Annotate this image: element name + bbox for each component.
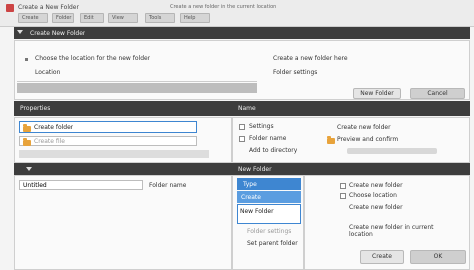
right-note-3: Create new folder (349, 204, 403, 211)
folder-icon (327, 136, 335, 144)
note-checkbox-1[interactable] (340, 183, 346, 189)
info-side-1: Create a new folder here (273, 55, 348, 62)
bottom-header-label: New Folder (238, 166, 272, 173)
scroll-track[interactable] (19, 150, 209, 158)
title-bar: Create a New Folder Create a new folder … (0, 0, 474, 27)
right-note-2: Choose location (349, 192, 397, 199)
bottom-list-panel: Type Create New Folder Folder settings S… (232, 175, 304, 270)
list-option-4[interactable]: Folder settings (247, 228, 291, 235)
properties-header: Properties (14, 101, 232, 116)
list-option-1[interactable]: Type (237, 178, 301, 190)
cancel-button[interactable]: Cancel (410, 88, 465, 99)
right-note-1: Create new folder (337, 124, 391, 131)
option-label-3: Add to directory (249, 147, 298, 154)
toolbar-tab-1[interactable]: Create (18, 13, 48, 23)
properties-panel: Create folder Create file (14, 117, 232, 163)
option-checkbox-1[interactable] (239, 124, 245, 130)
list-item[interactable]: Create file (19, 136, 197, 146)
list-item-selected[interactable]: Create folder (19, 121, 197, 133)
note-checkbox-2[interactable] (340, 193, 346, 199)
name-header: Name (232, 101, 470, 116)
create-button[interactable]: Create (360, 250, 404, 264)
right-note-2: Preview and confirm (337, 136, 399, 143)
folder-name-input[interactable] (19, 180, 143, 190)
name-label: Name (238, 105, 256, 112)
toolbar-tab-5[interactable]: Tools (145, 13, 175, 23)
collapse-icon[interactable] (26, 167, 32, 171)
folder-name-label: Folder name (149, 182, 187, 189)
info-side-2: Folder settings (273, 69, 318, 76)
toolbar-tab-2[interactable]: Folder (52, 13, 74, 23)
toolbar-tab-6[interactable]: Help (180, 13, 210, 23)
scroll-region[interactable] (17, 83, 257, 93)
divider (17, 81, 257, 82)
info-line-2: Location (35, 69, 61, 76)
list-item-label: Create file (34, 138, 65, 145)
properties-label: Properties (20, 105, 51, 112)
scroll-thumb[interactable] (347, 148, 437, 154)
collapse-icon[interactable] (17, 30, 23, 34)
right-note-1: Create new folder (349, 182, 403, 189)
bottom-header-right: New Folder (232, 163, 470, 175)
window-subtitle: Create a new folder in the current locat… (170, 4, 277, 10)
name-panel: Settings Folder name Add to directory Cr… (232, 117, 470, 163)
option-label-1: Settings (249, 123, 274, 130)
footer-note: Create new folder in current location (349, 224, 434, 238)
folder-icon (23, 124, 31, 132)
folder-icon (23, 138, 31, 146)
app-icon (6, 4, 14, 12)
option-checkbox-2[interactable] (239, 136, 245, 142)
new-folder-button[interactable]: New Folder (353, 88, 401, 99)
list-option-3[interactable]: New Folder (237, 204, 301, 224)
window-title: Create a New Folder (18, 4, 79, 11)
list-option-5[interactable]: Set parent folder (247, 240, 298, 247)
bottom-header-left (14, 163, 232, 175)
option-label-2: Folder name (249, 135, 287, 142)
info-panel: Choose the location for the new folder L… (14, 40, 470, 100)
toolbar-tab-4[interactable]: View (108, 13, 138, 23)
list-option-2[interactable]: Create (237, 191, 301, 203)
info-line-1: Choose the location for the new folder (35, 55, 151, 62)
header-bar: Create New Folder (14, 27, 470, 39)
ok-button[interactable]: OK (410, 250, 466, 264)
bottom-left-panel: Folder name (14, 175, 232, 270)
bullet-icon (25, 58, 28, 61)
list-item-label: Create folder (34, 124, 74, 131)
toolbar-tab-3[interactable]: Edit (80, 13, 104, 23)
header-title: Create New Folder (30, 30, 86, 37)
